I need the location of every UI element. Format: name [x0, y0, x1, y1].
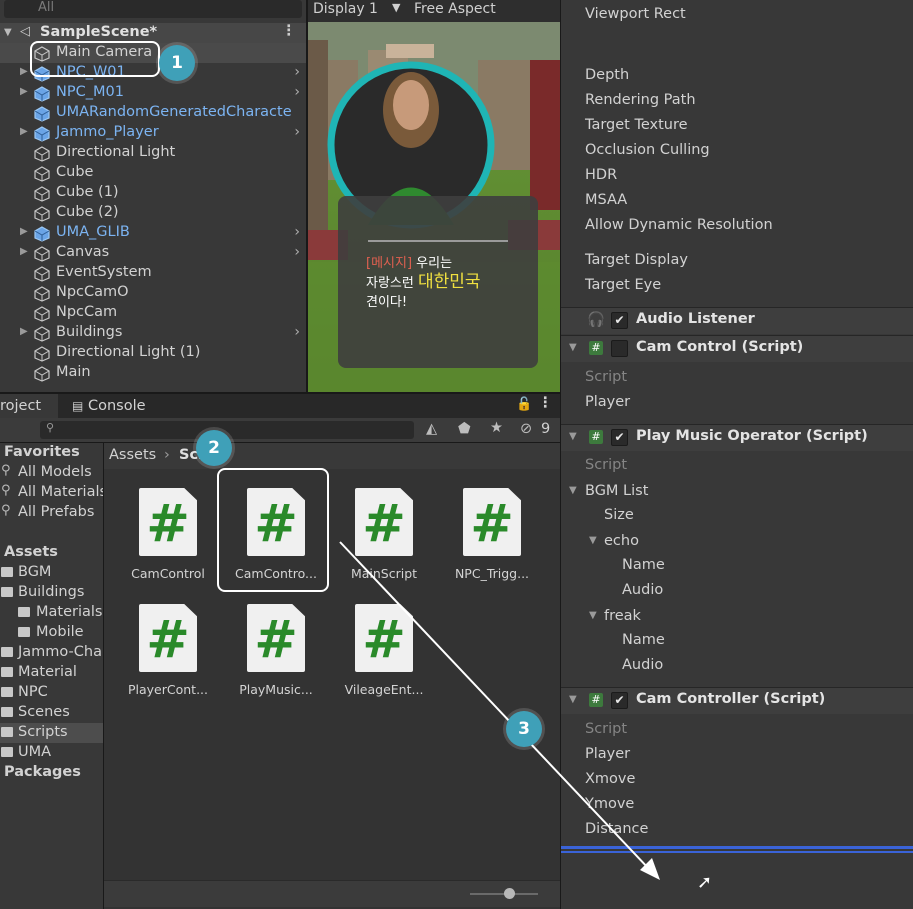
- callout-2: 2: [196, 430, 232, 466]
- mouse-cursor-icon: ➚: [697, 872, 713, 893]
- callout-3: 3: [506, 711, 542, 747]
- drag-arrow: [339, 541, 660, 880]
- callout-1: 1: [159, 45, 195, 81]
